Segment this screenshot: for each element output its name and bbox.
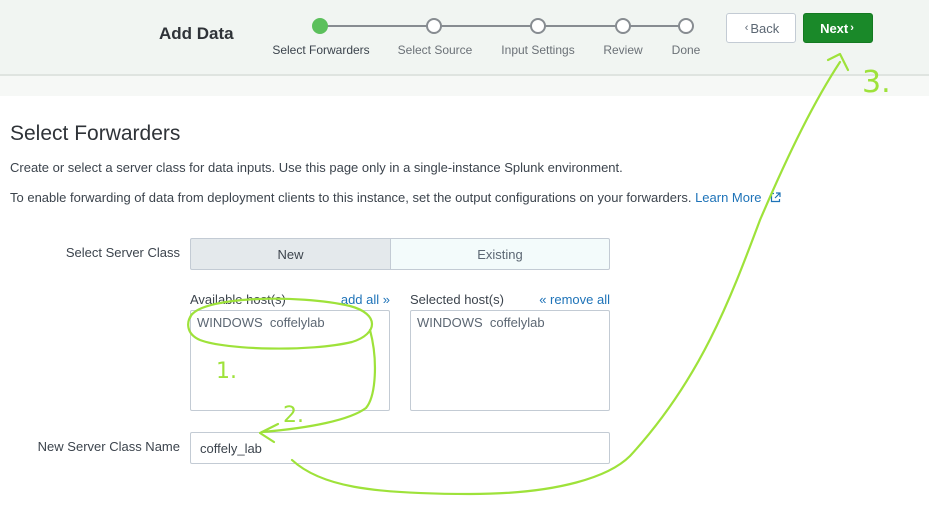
step-dot-done [678,18,694,34]
page-title: Select Forwarders [10,122,181,145]
selected-hosts-list[interactable]: WINDOWS coffelylab [410,310,610,411]
step-label-done: Done [671,43,701,57]
add-all-link[interactable]: add all » [320,292,390,307]
step-dot-review [615,18,631,34]
next-button-label: Next [820,20,849,36]
step-dot-select-source [426,18,442,34]
annotation-arrow-path-3 [290,60,842,496]
next-button[interactable]: Next › [803,13,873,43]
remove-all-link[interactable]: « remove all [520,292,610,307]
step-dot-select-forwarders [312,18,328,34]
back-button[interactable]: ‹ Back [726,13,796,43]
step-label-input-settings: Input Settings [501,43,575,57]
learn-more-link[interactable]: Learn More [695,190,761,205]
available-hosts-list[interactable]: WINDOWS coffelylab [190,310,390,411]
back-button-label: Back [750,20,780,36]
new-server-class-name-input[interactable] [190,432,610,464]
step-dot-input-settings [530,18,546,34]
step-label-select-source: Select Source [397,43,473,57]
selected-hosts-label: Selected host(s) [410,292,504,307]
selected-host-item[interactable]: WINDOWS coffelylab [417,315,603,331]
step-label-select-forwarders: Select Forwarders [272,43,370,57]
chevron-left-icon: ‹ [744,22,749,34]
available-hosts-label: Available host(s) [190,292,286,307]
wizard-track-line [320,25,686,27]
chevron-right-icon: › [850,22,854,34]
server-class-toggle: New Existing [190,238,610,270]
available-host-item[interactable]: WINDOWS coffelylab [197,315,383,331]
select-server-class-label: Select Server Class [65,245,180,260]
forwarding-description: To enable forwarding of data from deploy… [10,190,781,206]
external-link-icon[interactable] [770,191,781,206]
existing-server-class-button[interactable]: Existing [390,238,610,270]
new-server-class-button[interactable]: New [190,238,390,270]
header-shadow-band [0,76,929,96]
page-description: Create or select a server class for data… [10,160,623,175]
new-server-class-name-label: New Server Class Name [37,439,180,454]
forwarding-description-text: To enable forwarding of data from deploy… [10,190,692,205]
step-label-review: Review [603,43,643,57]
